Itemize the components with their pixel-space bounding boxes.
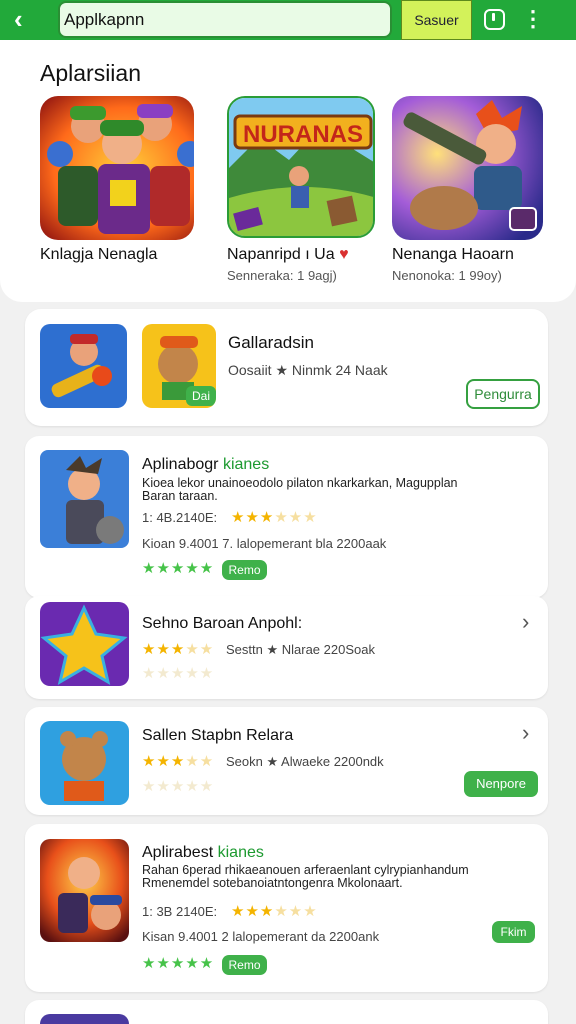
game-art-shooter-icon bbox=[392, 96, 543, 240]
app-icon[interactable] bbox=[40, 721, 129, 805]
app-description: Rahan 6perad rhikaeanouen arferaenlant c… bbox=[142, 863, 469, 890]
chevron-right-icon[interactable]: › bbox=[522, 609, 529, 635]
app-title: Aplirabest kianes bbox=[142, 844, 264, 861]
app-meta: Kioan 9.4001 7. lalopemerant bla 2200aak bbox=[142, 536, 387, 551]
rating-stars: ★★★★★ bbox=[142, 641, 215, 658]
app-icon[interactable] bbox=[40, 450, 129, 548]
game-art-gunner-icon bbox=[40, 324, 127, 408]
app-title: Aplinabogr kianes bbox=[142, 456, 270, 473]
list-item[interactable] bbox=[25, 1000, 548, 1024]
game-art-title: NURANAS bbox=[243, 121, 363, 148]
app-icon[interactable] bbox=[40, 1014, 129, 1024]
clock-icon[interactable] bbox=[484, 9, 505, 30]
action-button[interactable]: Nenpore bbox=[464, 771, 538, 797]
banner-card[interactable]: Dai Gallaradsin Oosaiit ★ Ninmk 24 Naak … bbox=[25, 309, 548, 426]
rating-stars: ★★★★★★ bbox=[231, 903, 318, 920]
rating-stars: ★★★★★★ bbox=[231, 509, 318, 526]
status-pill[interactable]: Fkim bbox=[492, 921, 535, 943]
status-pill[interactable]: Remo bbox=[222, 955, 267, 975]
app-meta: Sesttn ★ Nlarae 220Soak bbox=[226, 642, 375, 657]
app-date: 1: 4B.2140E: bbox=[142, 510, 218, 525]
banner-app-icon-1[interactable] bbox=[40, 324, 127, 408]
app-title: Sallen Stapbn Relara bbox=[142, 727, 294, 744]
rating-stars: ★★★★★ bbox=[142, 560, 215, 577]
game-art-heroes-icon bbox=[40, 96, 194, 240]
featured-app-icon-2[interactable]: NURANAS bbox=[227, 96, 375, 238]
app-meta: Seokn ★ Alwaeke 2200ndk bbox=[226, 754, 384, 769]
featured-section: Aplarsiian NURANAS Knlagja Nenagla Napan… bbox=[0, 40, 576, 302]
game-art-team-icon bbox=[40, 839, 129, 942]
back-arrow-icon[interactable]: ‹ bbox=[14, 4, 46, 36]
app-icon[interactable] bbox=[40, 839, 129, 942]
heart-icon: ♥ bbox=[339, 246, 349, 263]
game-art-star-icon bbox=[40, 602, 129, 686]
featured-app-name: Knlagja Nenagla bbox=[40, 246, 158, 263]
search-button[interactable]: Sasuer bbox=[401, 0, 472, 40]
search-input[interactable] bbox=[58, 1, 392, 38]
game-art-bear-hero-icon bbox=[40, 721, 129, 805]
list-item[interactable]: Sehno Baroan Anpohl: ★★★★★ Sesttn ★ Nlar… bbox=[25, 596, 548, 699]
banner-action-button[interactable]: Pengurra bbox=[466, 379, 540, 409]
app-meta: Kisan 9.4001 2 lalopemerant da 2200ank bbox=[142, 929, 380, 944]
chevron-right-icon[interactable]: › bbox=[522, 720, 529, 746]
list-item[interactable]: Sallen Stapbn Relara ★★★★★ Seokn ★ Alwae… bbox=[25, 707, 548, 815]
featured-app-sub: Nenonoka: 1 99oy) bbox=[392, 268, 502, 283]
app-date: 1: 3B 2140E: bbox=[142, 904, 218, 919]
game-art-adventure-icon: NURANAS bbox=[229, 98, 373, 236]
rating-stars: ★★★★★ bbox=[142, 778, 215, 795]
more-vertical-icon[interactable]: ⋮ bbox=[522, 6, 544, 34]
rating-stars: ★★★★★ bbox=[142, 753, 215, 770]
banner-meta: Oosaiit ★ Ninmk 24 Naak bbox=[228, 362, 388, 378]
featured-app-name: Napanripd ı Ua ♥ bbox=[227, 246, 349, 263]
banner-badge: Dai bbox=[186, 386, 216, 406]
section-title: Aplarsiian bbox=[40, 60, 141, 86]
banner-title: Gallaradsin bbox=[228, 333, 314, 352]
app-description: Kioea lekor unainoeodolo pilaton nkarkar… bbox=[142, 476, 458, 503]
app-icon[interactable] bbox=[40, 602, 129, 686]
featured-app-icon-1[interactable] bbox=[40, 96, 194, 240]
app-title: Sehno Baroan Anpohl: bbox=[142, 615, 303, 632]
game-art-warrior-icon bbox=[40, 450, 129, 548]
list-item[interactable]: Aplirabest kianes Rahan 6perad rhikaeano… bbox=[25, 824, 548, 992]
rating-stars: ★★★★★ bbox=[142, 665, 215, 682]
top-app-bar: ‹ Sasuer ⋮ bbox=[0, 0, 576, 40]
featured-app-sub: Senneraka: 1 9agj) bbox=[227, 268, 337, 283]
rating-stars: ★★★★★ bbox=[142, 955, 215, 972]
status-pill[interactable]: Remo bbox=[222, 560, 267, 580]
featured-app-name: Nenanga Haoarn bbox=[392, 246, 514, 263]
featured-app-icon-3[interactable] bbox=[392, 96, 543, 240]
banner-app-icon-2[interactable]: Dai bbox=[142, 324, 216, 408]
list-item[interactable]: Aplinabogr kianes Kioea lekor unainoeodo… bbox=[25, 436, 548, 598]
